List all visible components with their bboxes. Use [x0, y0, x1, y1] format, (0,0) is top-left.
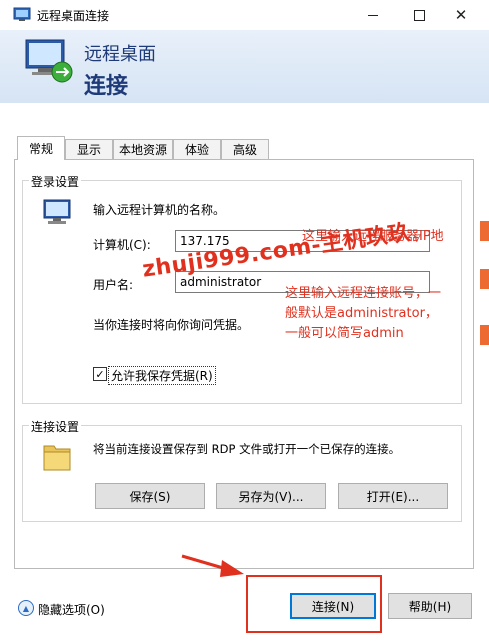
tab-experience[interactable]: 体验 — [173, 139, 221, 159]
username-label: 用户名: — [93, 278, 134, 292]
minimize-button[interactable] — [350, 0, 396, 30]
annotation-user-1: 这里输入远程连接账号，一 — [285, 286, 442, 301]
header-subtitle: 连接 — [84, 74, 129, 99]
connection-settings-label: 连接设置 — [29, 418, 82, 435]
window-title: 远程桌面连接 — [37, 9, 110, 23]
save-credentials-label[interactable]: 允许我保存凭据(R) — [108, 366, 216, 385]
background-edge-tick — [480, 269, 489, 289]
annotation-user-3: 一般可以简写admin — [285, 326, 404, 341]
open-button[interactable]: 打开(E)... — [338, 483, 448, 509]
help-button[interactable]: 帮助(H) — [388, 593, 472, 619]
maximize-button[interactable] — [396, 0, 442, 30]
hide-options-link[interactable]: 隐藏选项(O) — [38, 601, 105, 618]
computer-icon — [43, 199, 71, 224]
login-settings-label: 登录设置 — [29, 173, 82, 190]
monitor-icon — [25, 39, 73, 83]
folder-icon — [43, 445, 71, 471]
header-title: 远程桌面 — [84, 44, 156, 65]
save-as-button[interactable]: 另存为(V)... — [216, 483, 326, 509]
checkmark-icon: ✓ — [95, 367, 105, 381]
save-button[interactable]: 保存(S) — [95, 483, 205, 509]
close-button[interactable]: ✕ — [438, 0, 484, 30]
background-edge-tick — [480, 221, 489, 241]
computer-label: 计算机(C): — [93, 238, 151, 252]
arrow-icon — [181, 554, 244, 577]
save-credentials-checkbox[interactable]: ✓ — [93, 367, 107, 381]
collapse-options-icon[interactable]: ▲ — [18, 600, 34, 616]
background-edge-tick — [480, 325, 489, 345]
tab-display[interactable]: 显示 — [65, 139, 113, 159]
close-icon: ✕ — [454, 6, 468, 24]
maximize-icon — [413, 9, 425, 21]
remote-desktop-icon — [13, 7, 31, 21]
tab-local-resources[interactable]: 本地资源 — [113, 139, 173, 159]
credential-note: 当你连接时将向你询问凭据。 — [93, 318, 250, 332]
annotation-user-2: 般默认是administrator， — [285, 306, 438, 321]
highlight-box — [246, 575, 382, 633]
tab-advanced[interactable]: 高级 — [221, 139, 269, 159]
minimize-icon — [368, 14, 378, 16]
connection-description: 将当前连接设置保存到 RDP 文件或打开一个已保存的连接。 — [93, 442, 401, 456]
tab-general[interactable]: 常规 — [17, 136, 65, 160]
computer-prompt: 输入远程计算机的名称。 — [93, 203, 226, 217]
